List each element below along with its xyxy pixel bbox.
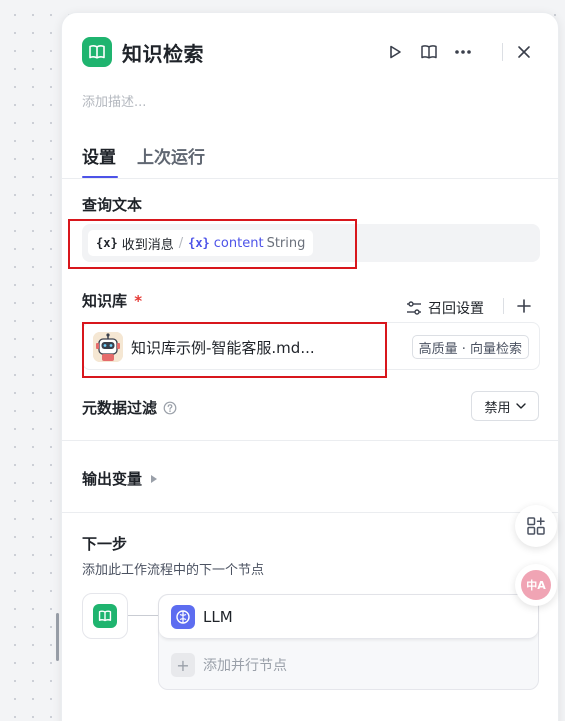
output-variables-toggle[interactable]: 输出变量 [82,468,158,489]
knowledge-item-name: 知识库示例-智能客服.md... [131,339,315,357]
panel-header: 知识检索 [82,37,538,67]
knowledge-book-icon [93,604,117,628]
chip-variable-type: String [266,235,306,251]
knowledge-base-label: 知识库 * [82,290,142,311]
chip-source-node: 收到消息 [121,237,174,253]
recall-settings-button[interactable]: 召回设置 [406,298,484,318]
description-input[interactable]: 添加描述... [82,91,146,110]
chip-separator: / [178,235,184,251]
add-knowledge-icon[interactable] [514,296,534,316]
section-divider [62,440,558,441]
run-play-icon[interactable] [382,39,408,65]
next-step-subtitle: 添加此工作流程中的下一个节点 [82,563,265,578]
next-node-llm[interactable]: LLM [159,595,538,639]
help-icon[interactable] [163,401,177,415]
close-icon[interactable] [511,39,537,65]
chevron-down-icon [515,403,526,409]
node-connector-line [128,615,160,616]
next-node-group: LLM + 添加并行节点 [158,594,539,690]
knowledge-item-tag: 高质量 · 向量检索 [411,335,529,359]
add-parallel-node-button[interactable]: + 添加并行节点 [171,653,287,677]
header-divider [502,43,503,61]
plus-icon: + [171,653,195,677]
variable-icon: {x} [188,236,210,250]
query-text-label: 查询文本 [82,196,143,214]
sliders-icon [407,301,421,315]
kb-header-divider [503,298,504,314]
chip-variable-name: content [213,235,264,251]
metadata-filter-select[interactable]: 禁用 [471,391,539,421]
node-add-apps-icon[interactable] [515,505,557,547]
metadata-filter-label: 元数据过滤 [82,397,177,418]
recall-settings-label: 召回设置 [428,301,484,317]
tab-last-run[interactable]: 上次运行 [137,143,205,168]
llm-brain-icon [171,605,195,629]
knowledge-base-label-text: 知识库 [82,292,128,310]
node-title[interactable]: 知识检索 [122,38,204,67]
current-node-mini [82,593,128,639]
variable-reference-chip[interactable]: {x} 收到消息 / {x} content String [88,230,314,256]
knowledge-book-icon [82,37,112,67]
variable-icon: {x} [96,236,118,250]
metadata-filter-value: 禁用 [484,400,511,416]
metadata-filter-label-text: 元数据过滤 [82,399,158,417]
tab-settings[interactable]: 设置 [82,143,116,168]
more-options-icon[interactable] [450,39,476,65]
docs-book-icon[interactable] [416,39,442,65]
kb-robot-avatar-icon [93,332,123,362]
node-config-panel: 知识检索 添加描述... 设置 上次运行 查询文本 {x} 收到消息 / {x}… [61,12,559,721]
required-mark: * [134,292,143,310]
next-step-label: 下一步 [82,535,128,553]
tabs-divider [62,178,558,179]
add-parallel-node-label: 添加并行节点 [203,658,287,674]
next-node-label: LLM [203,608,233,626]
query-text-input[interactable]: {x} 收到消息 / {x} content String [82,224,540,262]
caret-right-icon [151,474,158,483]
canvas-edge-handle [56,613,59,661]
knowledge-item[interactable]: 知识库示例-智能客服.md... 高质量 · 向量检索 [82,322,540,370]
translate-icon[interactable]: 中A [515,564,557,606]
translate-badge: 中A [521,570,551,600]
output-variables-label: 输出变量 [82,470,143,488]
section-divider [62,512,558,513]
